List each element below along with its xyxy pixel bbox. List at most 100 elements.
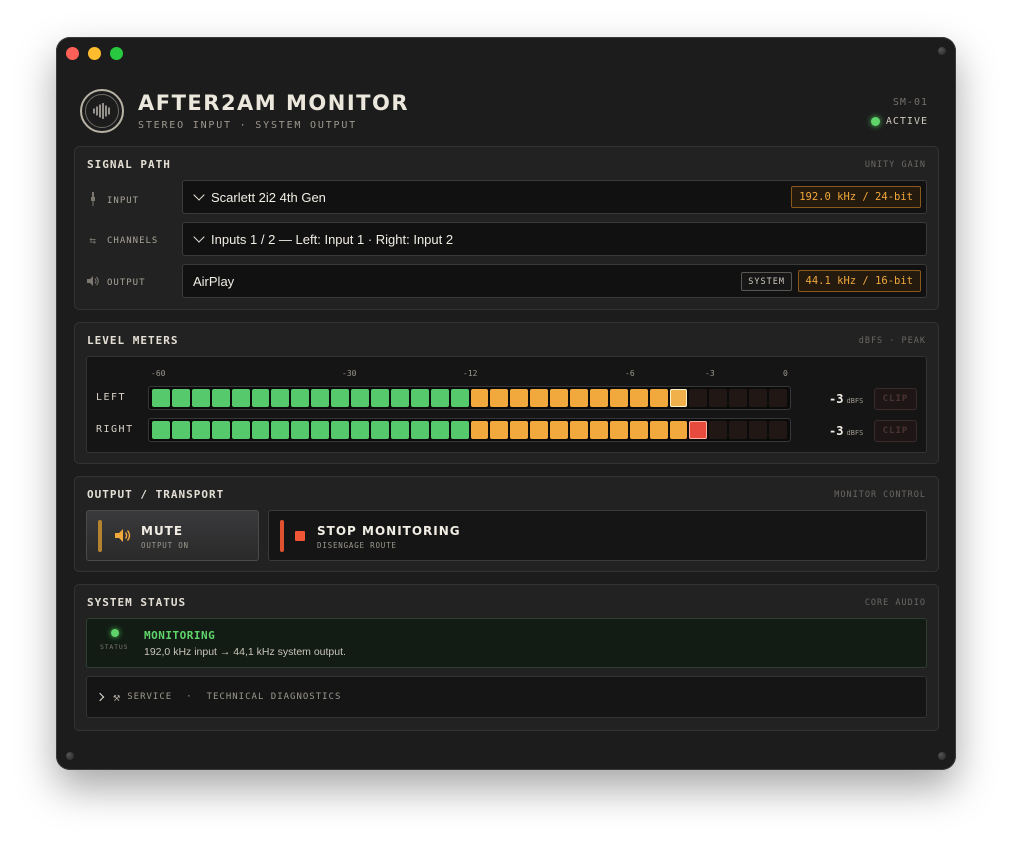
swap-arrows-icon: ⇆ (89, 234, 97, 247)
meter-segment (251, 421, 270, 439)
meter-segment (191, 389, 210, 407)
meter-segment (191, 421, 210, 439)
status-detail: 192,0 kHz input → 44,1 kHz system output… (144, 646, 346, 658)
meter-segment (510, 389, 529, 407)
meter-segment (769, 389, 787, 407)
status-led-label: STATUS (100, 643, 129, 651)
meter-segment (729, 421, 748, 439)
meter-segment (351, 389, 369, 407)
meter-segment (689, 421, 708, 439)
output-rate-badge: 44.1 kHz / 16-bit (797, 270, 921, 292)
meter-segment (669, 421, 688, 439)
diagnostics-label: TECHNICAL DIAGNOSTICS (206, 692, 342, 702)
left-meter (148, 386, 791, 410)
close-button[interactable] (66, 47, 79, 60)
meter-segment (510, 421, 529, 439)
speaker-icon (115, 529, 131, 547)
output-device-value: AirPlay (193, 273, 235, 289)
meter-segment (152, 389, 170, 407)
channels-row-label: ⇆ CHANNELS (87, 234, 158, 247)
meter-segment (291, 421, 310, 439)
level-meters-panel: LEVEL METERS dBFS · PEAK -60 -30 -12 -6 … (74, 322, 939, 464)
app-header: AFTER2AM MONITOR STEREO INPUT · SYSTEM O… (80, 89, 928, 139)
meter-segment (550, 389, 569, 407)
screw-icon (66, 752, 74, 760)
input-device-select[interactable]: Scarlett 2i2 4th Gen 192.0 kHz / 24-bit (182, 180, 927, 214)
output-device-select[interactable]: AirPlay SYSTEM 44.1 kHz / 16-bit (182, 264, 927, 298)
meter-segment (589, 421, 608, 439)
channels-select[interactable]: Inputs 1 / 2 — Left: Input 1 · Right: In… (182, 222, 927, 256)
input-device-value: Scarlett 2i2 4th Gen (211, 189, 326, 205)
right-readout: -3 dBFS (829, 424, 863, 438)
left-clip-indicator[interactable]: CLIP (874, 388, 917, 410)
system-status-panel: SYSTEM STATUS CORE AUDIO STATUS MONITORI… (74, 584, 939, 731)
right-clip-indicator[interactable]: CLIP (874, 420, 917, 442)
right-readout-unit: dBFS (846, 429, 864, 437)
panel-title: SIGNAL PATH (87, 158, 171, 171)
stop-sub: DISENGAGE ROUTE (317, 541, 397, 550)
tools-icon: ⚒ (113, 690, 122, 704)
window-controls (66, 47, 123, 60)
mute-button[interactable]: MUTE OUTPUT ON (86, 510, 259, 561)
scale-tick-label: -12 (463, 369, 478, 378)
chevron-down-icon (193, 189, 205, 201)
meter-segment (450, 389, 469, 407)
right-meter (148, 418, 791, 442)
meter-segment (311, 389, 330, 407)
meter-segment (171, 389, 190, 407)
meter-segment (530, 421, 549, 439)
meter-segment (450, 421, 469, 439)
meter-segment (649, 389, 668, 407)
panel-tag: dBFS · PEAK (858, 336, 926, 346)
app-window: AFTER2AM MONITOR STEREO INPUT · SYSTEM O… (56, 37, 956, 770)
minimize-button[interactable] (88, 47, 101, 60)
service-diagnostics-toggle[interactable]: ⚒ SERVICE · TECHNICAL DIAGNOSTICS (86, 676, 927, 718)
meter-segment (370, 421, 389, 439)
meter-segment (550, 421, 569, 439)
meter-segment (430, 389, 449, 407)
chevron-down-icon (193, 231, 205, 243)
meter-segment (271, 389, 290, 407)
meter-segment (769, 421, 787, 439)
zoom-button[interactable] (110, 47, 123, 60)
meter-segment (410, 389, 429, 407)
scale-tick-label: -3 (705, 369, 715, 378)
meter-segment (689, 389, 708, 407)
transport-panel: OUTPUT / TRANSPORT MONITOR CONTROL MUTE … (74, 476, 939, 572)
meter-segment (231, 389, 250, 407)
meter-segment (530, 389, 549, 407)
input-rate-badge: 192.0 kHz / 24-bit (791, 186, 921, 208)
meter-segment (152, 421, 170, 439)
speaker-icon (87, 276, 99, 289)
meter-segment (331, 421, 350, 439)
meter-segment (271, 421, 290, 439)
app-title: AFTER2AM MONITOR (138, 91, 409, 115)
meter-segment (291, 389, 310, 407)
system-badge: SYSTEM (741, 272, 792, 291)
meter-segment (609, 389, 628, 407)
meter-segment (749, 389, 768, 407)
meter-segment (649, 421, 668, 439)
channels-label: CHANNELS (107, 235, 159, 246)
active-label: ACTIVE (885, 116, 928, 127)
panel-tag: CORE AUDIO (864, 598, 926, 608)
meter-segment (570, 421, 588, 439)
meter-segment (609, 421, 628, 439)
meter-segment (570, 389, 588, 407)
separator: · (186, 692, 193, 702)
stop-monitoring-button[interactable]: STOP MONITORING DISENGAGE ROUTE (268, 510, 927, 561)
stop-title: STOP MONITORING (317, 524, 461, 538)
waveform-logo-icon (80, 89, 124, 133)
status-led-icon (111, 629, 119, 637)
input-jack-icon (87, 192, 99, 209)
scale-tick-label: -60 (151, 369, 166, 378)
panel-title: SYSTEM STATUS (87, 596, 187, 609)
meter-segment (211, 389, 230, 407)
meter-segment (390, 421, 409, 439)
left-readout-value: -3 (829, 392, 844, 406)
meter-segment (231, 421, 250, 439)
meter-segment (311, 421, 330, 439)
right-channel-label: RIGHT (96, 424, 134, 435)
model-number: SM-01 (892, 97, 928, 108)
signal-path-panel: SIGNAL PATH UNITY GAIN INPUT Scarlett 2i… (74, 146, 939, 310)
